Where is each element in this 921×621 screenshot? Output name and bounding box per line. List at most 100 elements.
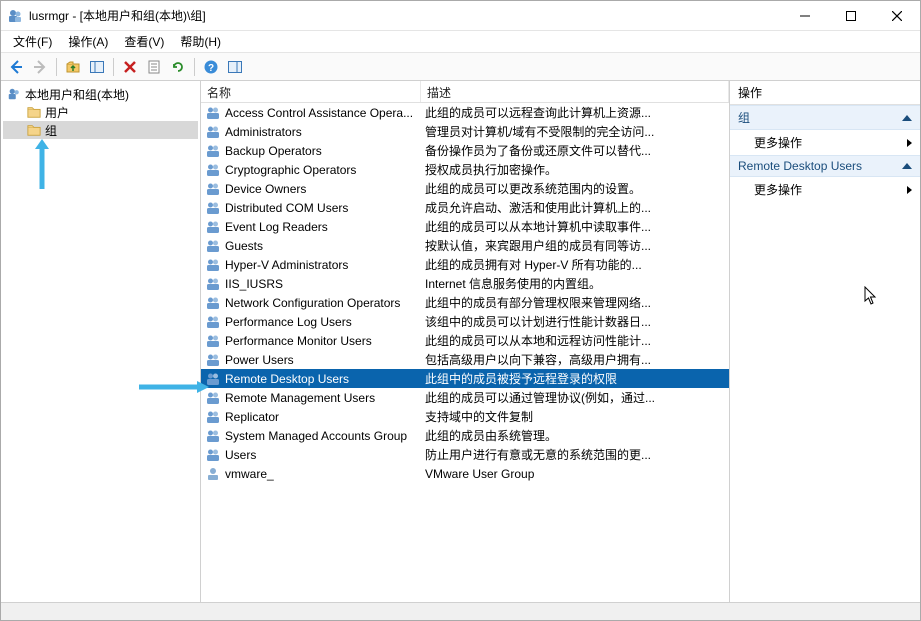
- annotation-arrow-icon: [33, 139, 51, 189]
- list-row[interactable]: Performance Log Users该组中的成员可以计划进行性能计数器日.…: [201, 312, 729, 331]
- list-row[interactable]: vmware_VMware User Group: [201, 464, 729, 483]
- group-icon: [205, 409, 221, 425]
- group-icon: [205, 162, 221, 178]
- cell-name: Cryptographic Operators: [225, 163, 425, 177]
- list-body[interactable]: Access Control Assistance Opera... 此组的成员可…: [201, 103, 729, 602]
- list-row[interactable]: Access Control Assistance Opera...此组的成员可…: [201, 103, 729, 122]
- list-row[interactable]: Device Owners此组的成员可以更改系统范围内的设置。: [201, 179, 729, 198]
- cell-description: 授权成员执行加密操作。: [425, 161, 729, 178]
- menu-file[interactable]: 文件(F): [7, 31, 58, 52]
- cell-description: 此组的成员可以更改系统范围内的设置。: [425, 180, 729, 197]
- column-header-name[interactable]: 名称: [201, 81, 421, 102]
- maximize-button[interactable]: [828, 1, 874, 31]
- show-hide-tree-button[interactable]: [86, 56, 108, 78]
- action-more-rdu[interactable]: 更多操作: [730, 177, 920, 202]
- column-header-description[interactable]: 描述: [421, 81, 729, 102]
- cell-description: 此组中的成员有部分管理权限来管理网络...: [425, 294, 729, 311]
- cell-description: 支持域中的文件复制: [425, 408, 729, 425]
- group-icon: [205, 352, 221, 368]
- action-pane-button[interactable]: [224, 56, 246, 78]
- list-row[interactable]: Distributed COM Users成员允许启动、激活和使用此计算机上的.…: [201, 198, 729, 217]
- tree-users[interactable]: 用户: [3, 103, 198, 121]
- cell-name: Performance Monitor Users: [225, 334, 425, 348]
- cell-name: Backup Operators: [225, 144, 425, 158]
- menu-action[interactable]: 操作(A): [62, 31, 114, 52]
- list-row[interactable]: Users防止用户进行有意或无意的系统范围的更...: [201, 445, 729, 464]
- cell-name: IIS_IUSRS: [225, 277, 425, 291]
- cell-name: Remote Desktop Users: [225, 372, 425, 386]
- group-icon: [205, 390, 221, 406]
- close-button[interactable]: [874, 1, 920, 31]
- cell-description: Internet 信息服务使用的内置组。: [425, 275, 729, 292]
- cell-name: Access Control Assistance Opera...: [225, 106, 425, 120]
- up-button[interactable]: [62, 56, 84, 78]
- chevron-up-icon: [902, 163, 912, 169]
- forward-button[interactable]: [29, 56, 51, 78]
- menu-view[interactable]: 查看(V): [118, 31, 170, 52]
- back-button[interactable]: [5, 56, 27, 78]
- group-icon: [205, 447, 221, 463]
- list-row[interactable]: Network Configuration Operators此组中的成员有部分…: [201, 293, 729, 312]
- actions-header: 操作: [730, 81, 920, 105]
- list-row[interactable]: System Managed Accounts Group此组的成员由系统管理。: [201, 426, 729, 445]
- cell-name: Guests: [225, 239, 425, 253]
- action-section-groups[interactable]: 组: [730, 105, 920, 130]
- window-title: lusrmgr - [本地用户和组(本地)\组]: [29, 7, 782, 24]
- menu-help[interactable]: 帮助(H): [174, 31, 227, 52]
- delete-button[interactable]: [119, 56, 141, 78]
- properties-button[interactable]: [143, 56, 165, 78]
- cell-name: vmware_: [225, 467, 425, 481]
- action-section-groups-label: 组: [738, 109, 750, 126]
- cell-name: Replicator: [225, 410, 425, 424]
- action-more-rdu-label: 更多操作: [754, 181, 802, 198]
- tree-root[interactable]: 本地用户和组(本地): [3, 85, 198, 103]
- group-icon: [205, 105, 221, 121]
- close-icon: [892, 11, 902, 21]
- users-groups-icon: [7, 87, 21, 101]
- action-more-groups[interactable]: 更多操作: [730, 130, 920, 155]
- cell-name: Performance Log Users: [225, 315, 425, 329]
- list-row[interactable]: Event Log Readers此组的成员可以从本地计算机中读取事件...: [201, 217, 729, 236]
- toolbar-separator: [56, 58, 57, 76]
- help-button[interactable]: ?: [200, 56, 222, 78]
- refresh-icon: [170, 59, 186, 75]
- list-row[interactable]: Hyper-V Administrators此组的成员拥有对 Hyper-V 所…: [201, 255, 729, 274]
- cell-description: 备份操作员为了备份或还原文件可以替代...: [425, 142, 729, 159]
- group-icon: [205, 371, 221, 387]
- group-icon: [205, 219, 221, 235]
- group-icon: [205, 124, 221, 140]
- app-icon: [7, 8, 23, 24]
- cell-name: Distributed COM Users: [225, 201, 425, 215]
- list-row[interactable]: Power Users包括高级用户以向下兼容，高级用户拥有...: [201, 350, 729, 369]
- cell-description: 该组中的成员可以计划进行性能计数器日...: [425, 313, 729, 330]
- list-row[interactable]: Performance Monitor Users此组的成员可以从本地和远程访问…: [201, 331, 729, 350]
- toolbar-separator: [194, 58, 195, 76]
- cell-description: 管理员对计算机/域有不受限制的完全访问...: [425, 123, 729, 140]
- list-row[interactable]: Backup Operators备份操作员为了备份或还原文件可以替代...: [201, 141, 729, 160]
- cell-name: Hyper-V Administrators: [225, 258, 425, 272]
- toolbar: ?: [1, 53, 920, 81]
- list-row[interactable]: Remote Management Users此组的成员可以通过管理协议(例如，…: [201, 388, 729, 407]
- arrow-right-icon: [907, 139, 912, 147]
- refresh-button[interactable]: [167, 56, 189, 78]
- delete-icon: [122, 59, 138, 75]
- list-row[interactable]: IIS_IUSRSInternet 信息服务使用的内置组。: [201, 274, 729, 293]
- titlebar: lusrmgr - [本地用户和组(本地)\组]: [1, 1, 920, 31]
- chevron-up-icon: [902, 115, 912, 121]
- group-icon: [205, 428, 221, 444]
- cell-name: Event Log Readers: [225, 220, 425, 234]
- list-row[interactable]: Cryptographic Operators授权成员执行加密操作。: [201, 160, 729, 179]
- maximize-icon: [846, 11, 856, 21]
- list-row[interactable]: Administrators管理员对计算机/域有不受限制的完全访问...: [201, 122, 729, 141]
- list-row[interactable]: Guests按默认值，来宾跟用户组的成员有同等访...: [201, 236, 729, 255]
- action-section-rdu-label: Remote Desktop Users: [738, 159, 862, 173]
- list-row[interactable]: Replicator支持域中的文件复制: [201, 407, 729, 426]
- action-section-rdu[interactable]: Remote Desktop Users: [730, 155, 920, 177]
- list-row[interactable]: Remote Desktop Users此组中的成员被授予远程登录的权限: [201, 369, 729, 388]
- cell-description: 包括高级用户以向下兼容，高级用户拥有...: [425, 351, 729, 368]
- group-icon: [205, 295, 221, 311]
- minimize-button[interactable]: [782, 1, 828, 31]
- cell-name: Users: [225, 448, 425, 462]
- tree-groups[interactable]: 组: [3, 121, 198, 139]
- cell-description: 此组的成员可以从本地计算机中读取事件...: [425, 218, 729, 235]
